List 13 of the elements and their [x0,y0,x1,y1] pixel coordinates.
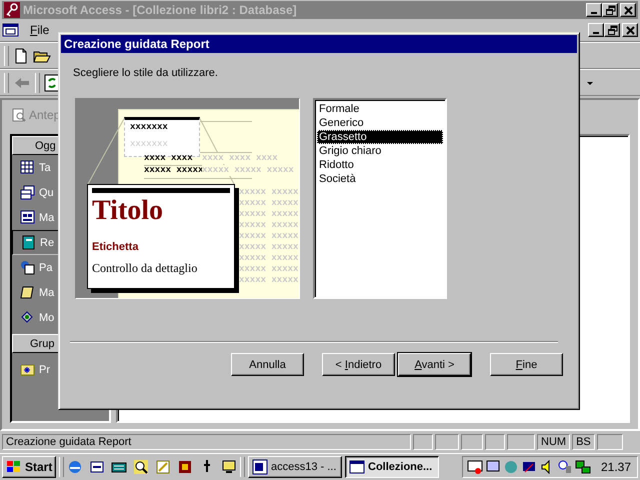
status-text: Creazione guidata Report [2,434,411,450]
dialog-title: Creazione guidata Report [61,35,577,53]
clock: 21.37 [600,460,631,474]
status-indicator: NUM [537,434,570,450]
window-title: Microsoft Access - [Collezione libri2 : Database] [23,3,298,17]
status-indicator: BS [572,434,595,450]
sample-text: xxxxxxx [130,122,168,133]
sample-control: Controllo da dettaglio [92,261,230,276]
sample-title: Titolo [92,195,164,227]
sample-text: xxxxx xxxxx [144,165,204,176]
sample-text: xxxx xxxx [144,153,193,164]
sample-label: Etichetta [92,241,140,253]
instruction-text: Scegliere lo stile da utilizzare. [73,67,219,79]
